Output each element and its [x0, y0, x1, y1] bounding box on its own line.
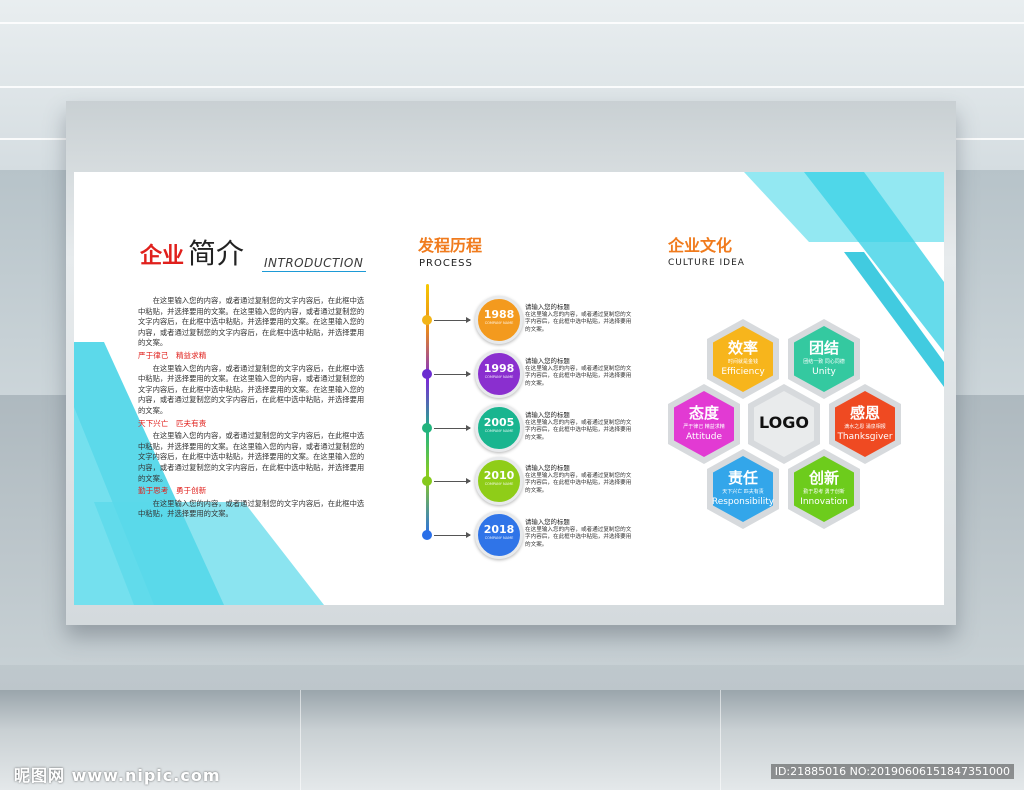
- timeline-dot: [422, 369, 432, 379]
- timeline-connector: [434, 374, 470, 375]
- year-badge: 1988 COMPANY NAME: [475, 296, 523, 344]
- value-motto: 滴水之恩 涌泉相报: [844, 424, 886, 430]
- intro-paragraph: 在这里输入您的内容，或者通过复制您的文字内容后，在此框中选中粘贴，并选择要用的文…: [138, 498, 365, 519]
- year-description: 请输入您的标题 在这里输入您的内容，或者通过复制您的文字内容后，在此框中选中粘贴，…: [525, 518, 635, 549]
- culture-hexagon-innovation: 创新勤于思考 勇于创新 Innovation: [788, 449, 860, 529]
- value-english: Innovation: [800, 497, 848, 507]
- value-english: Efficiency: [721, 367, 765, 377]
- company-name: COMPANY NAME: [484, 482, 514, 486]
- year-badge: 2018 COMPANY NAME: [475, 511, 523, 559]
- timeline-arrow: [466, 425, 471, 431]
- year-label: 2005: [483, 416, 515, 429]
- value-english: Unity: [812, 367, 836, 377]
- value-title: 效率: [727, 339, 758, 357]
- timeline-arrow: [466, 532, 471, 538]
- value-motto: 严于律己 精益求精: [683, 424, 725, 430]
- culture-hexagon-responsibility: 责任天下兴亡 匹夫有责 Responsibility: [707, 449, 779, 529]
- watermark-id: ID:21885016 NO:20190606151847351000: [770, 764, 1014, 779]
- culture-wall-panel: 企业 简介 INTRODUCTION 在这里输入您的内容，或者通过复制您的文字内容…: [74, 172, 944, 605]
- value-english: Attitude: [685, 432, 723, 442]
- timeline-arrow: [466, 478, 471, 484]
- value-motto: 时间就是金钱: [727, 359, 758, 365]
- value-motto: 天下兴亡 匹夫有责: [722, 489, 764, 495]
- timeline-dot: [422, 530, 432, 540]
- value-title: 责任: [727, 469, 758, 487]
- year-label: 1998: [483, 362, 515, 375]
- intro-underline: [262, 271, 366, 272]
- logo-text: LOGO: [759, 413, 809, 432]
- value-title: 创新: [808, 469, 839, 487]
- watermark-site: 昵图网 www.nipic.com: [14, 766, 221, 785]
- value-title: 感恩: [849, 404, 880, 422]
- year-badge: 2010 COMPANY NAME: [475, 457, 523, 505]
- intro-title-big: 简介: [188, 237, 245, 270]
- year-text: 在这里输入您的内容，或者通过复制您的文字内容后，在此框中选中粘贴，并选择要用的文…: [525, 472, 632, 494]
- timeline-dot: [422, 315, 432, 325]
- value-english: Thanksgiver: [837, 432, 893, 442]
- year-heading: 请输入您的标题: [525, 411, 570, 419]
- year-label: 2018: [483, 523, 515, 536]
- timeline-connector: [434, 535, 470, 536]
- intro-paragraph: 在这里输入您的内容，或者通过复制您的文字内容后，在此框中选中粘贴，并选择要用的文…: [138, 363, 365, 415]
- timeline-connector: [434, 428, 470, 429]
- value-motto: 团结一致 同心同德: [803, 359, 845, 365]
- culture-title: 企业文化: [668, 236, 733, 255]
- company-name: COMPANY NAME: [484, 375, 514, 379]
- year-label: 2010: [483, 469, 515, 482]
- year-label: 1988: [483, 308, 515, 321]
- company-name: COMPANY NAME: [484, 536, 514, 540]
- ceiling-strip: [0, 86, 1024, 88]
- intro-highlight: 勤于思考 勇于创新: [138, 486, 207, 496]
- year-heading: 请输入您的标题: [525, 357, 570, 365]
- intro-paragraph: 在这里输入您的内容，或者通过复制您的文字内容后，在此框中选中粘贴，并选择要用的文…: [138, 296, 365, 348]
- year-badge: 2005 COMPANY NAME: [475, 404, 523, 452]
- timeline-connector: [434, 481, 470, 482]
- timeline-dot: [422, 476, 432, 486]
- intro-body: 在这里输入您的内容，或者通过复制您的文字内容后，在此框中选中粘贴，并选择要用的文…: [138, 296, 366, 520]
- intro-subtitle: INTRODUCTION: [264, 256, 364, 270]
- year-heading: 请输入您的标题: [525, 303, 570, 311]
- timeline-connector: [434, 320, 470, 321]
- year-heading: 请输入您的标题: [525, 464, 570, 472]
- timeline-dot: [422, 423, 432, 433]
- company-name: COMPANY NAME: [484, 429, 514, 433]
- intro-title: 企业 简介: [140, 232, 244, 272]
- year-description: 请输入您的标题 在这里输入您的内容，或者通过复制您的文字内容后，在此框中选中粘贴，…: [525, 357, 635, 388]
- ceiling-strip: [0, 22, 1024, 24]
- process-title: 发程历程: [418, 236, 483, 255]
- process-subtitle: PROCESS: [419, 258, 473, 269]
- intro-highlight: 天下兴亡 匹夫有责: [138, 418, 207, 428]
- year-description: 请输入您的标题 在这里输入您的内容，或者通过复制您的文字内容后，在此框中选中粘贴，…: [525, 303, 635, 334]
- culture-subtitle: CULTURE IDEA: [668, 258, 745, 268]
- floor-seam: [720, 690, 721, 790]
- floor-seam: [300, 690, 301, 790]
- year-text: 在这里输入您的内容，或者通过复制您的文字内容后，在此框中选中粘贴，并选择要用的文…: [525, 311, 632, 333]
- year-heading: 请输入您的标题: [525, 518, 570, 526]
- intro-highlight: 严于律己 精益求精: [138, 350, 207, 360]
- timeline-arrow: [466, 317, 471, 323]
- intro-paragraph: 在这里输入您的内容，或者通过复制您的文字内容后，在此框中选中粘贴，并选择要用的文…: [138, 431, 365, 483]
- intro-title-red: 企业: [140, 244, 185, 269]
- timeline-arrow: [466, 371, 471, 377]
- year-text: 在这里输入您的内容，或者通过复制您的文字内容后，在此框中选中粘贴，并选择要用的文…: [525, 526, 632, 548]
- value-title: 团结: [808, 339, 839, 357]
- year-text: 在这里输入您的内容，或者通过复制您的文字内容后，在此框中选中粘贴，并选择要用的文…: [525, 365, 632, 387]
- value-english: Responsibility: [711, 497, 775, 507]
- value-title: 态度: [688, 404, 719, 422]
- year-text: 在这里输入您的内容，或者通过复制您的文字内容后，在此框中选中粘贴，并选择要用的文…: [525, 419, 632, 441]
- company-name: COMPANY NAME: [484, 321, 514, 325]
- year-description: 请输入您的标题 在这里输入您的内容，或者通过复制您的文字内容后，在此框中选中粘贴，…: [525, 464, 635, 495]
- value-motto: 勤于思考 勇于创新: [803, 489, 845, 495]
- year-description: 请输入您的标题 在这里输入您的内容，或者通过复制您的文字内容后，在此框中选中粘贴，…: [525, 411, 635, 442]
- year-badge: 1998 COMPANY NAME: [475, 350, 523, 398]
